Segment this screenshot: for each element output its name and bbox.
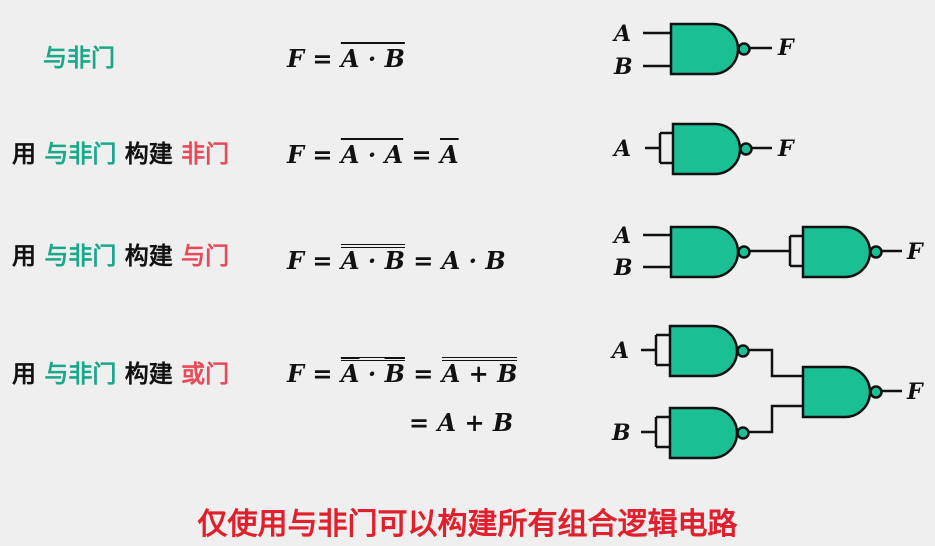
pin-f: F [906,379,924,405]
pin-b: B [611,420,631,446]
pin-b: B [613,54,633,80]
circuit-diagrams: A B F A F A B F A B F [610,21,924,460]
pin-f: F [906,239,924,265]
pin-f: F [777,35,795,61]
pin-b: B [613,255,633,281]
pin-a: A [612,21,631,47]
nand-gate-2 [671,122,753,176]
nand-gate-4b [668,406,750,460]
pin-a: A [612,223,631,249]
nand-gate-4a [668,324,750,378]
nand-gate-3b [801,225,883,279]
nand-gate-4c [801,365,883,419]
pin-a: A [610,338,629,364]
nand-gate-1 [669,22,751,76]
footer-caption: 仅使用与非门可以构建所有组合逻辑电路 [197,507,738,542]
pin-a: A [612,136,631,162]
nand-gate-3a [669,225,751,279]
pin-f: F [777,136,795,162]
